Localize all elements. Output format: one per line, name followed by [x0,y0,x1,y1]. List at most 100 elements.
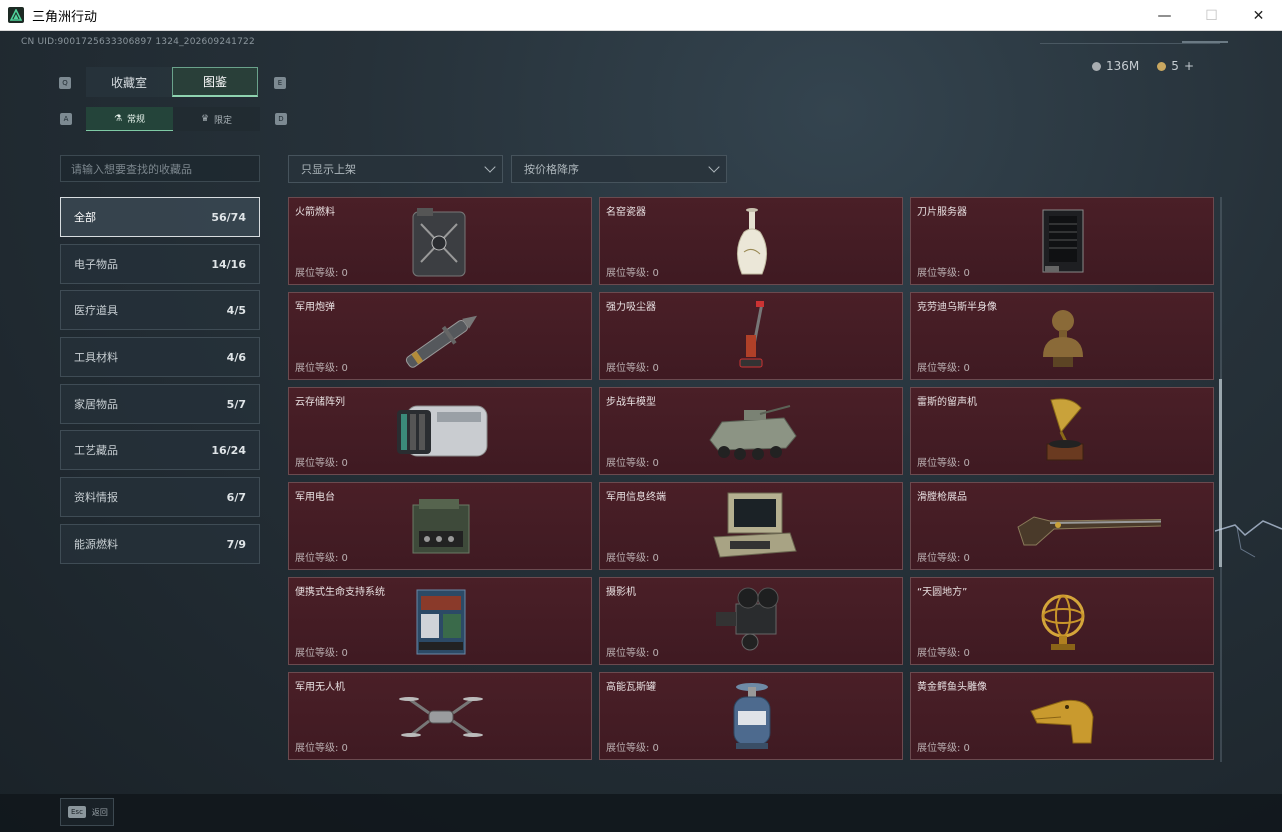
category-intel[interactable]: 资料情报 6/7 [60,477,260,517]
collectible-card[interactable]: 便携式生命支持系统 展位等级: 0 [288,577,592,665]
collectible-card[interactable]: 高能瓦斯罐 展位等级: 0 [599,672,903,760]
back-button-label: 返回 [91,807,108,817]
category-count: 6/7 [226,490,246,504]
item-level: 展位等级: 0 [295,363,348,374]
gas-canister-icon [733,683,771,749]
lightning-decoration [1215,520,1282,558]
category-tools[interactable]: 工具材料 4/6 [60,337,260,377]
category-count: 16/24 [211,443,246,457]
category-medical[interactable]: 医疗道具 4/5 [60,290,260,330]
window-title: 三角洲行动 [32,9,98,25]
collectible-card[interactable]: 名窑瓷器 展位等级: 0 [599,197,903,285]
header-accent [1182,41,1228,43]
tab-collection-room[interactable]: 收藏室 [86,67,172,97]
category-label: 医疗道具 [74,304,118,317]
category-label: 家居物品 [74,398,118,411]
item-level: 展位等级: 0 [917,648,970,659]
category-label: 全部 [74,211,96,224]
item-name: 军用炮弹 [295,302,335,313]
item-name: “天圆地方” [917,587,968,598]
category-energy[interactable]: 能源燃料 7/9 [60,524,260,564]
app-logo-icon [8,7,24,23]
item-level: 展位等级: 0 [295,743,348,754]
chevron-down-icon [484,160,496,173]
key-hint-a: A [60,113,72,125]
flask-icon: ⚗ [113,113,123,124]
add-currency-button[interactable]: + [1184,59,1194,73]
item-level: 展位等级: 0 [295,648,348,659]
category-electronics[interactable]: 电子物品 14/16 [60,244,260,284]
collectible-card[interactable]: 火箭燃料 展位等级: 0 [288,197,592,285]
item-level: 展位等级: 0 [917,553,970,564]
collectible-card[interactable]: 军用炮弹 展位等级: 0 [288,292,592,380]
category-label: 能源燃料 [74,538,118,551]
currency-coins-value: 136M [1106,59,1140,73]
collectible-card[interactable]: 步战车模型 展位等级: 0 [599,387,903,475]
collectible-card[interactable]: 摄影机 展位等级: 0 [599,577,903,665]
artillery-shell-icon [405,315,478,368]
tab-codex[interactable]: 图鉴 [172,67,258,97]
key-hint-e: E [274,77,286,89]
collectible-card[interactable]: 军用电台 展位等级: 0 [288,482,592,570]
game-viewport: CN UID:9001725633306897 1324_20260924172… [0,31,1282,832]
bottom-bar [0,794,1282,832]
item-level: 展位等级: 0 [295,458,348,469]
collectible-card[interactable]: 黄金鳄鱼头雕像 展位等级: 0 [910,672,1214,760]
currency-bar: 136M 5 + [1092,59,1194,73]
blade-server-icon [1042,209,1084,273]
currency-premium[interactable]: 5 + [1157,59,1194,73]
item-name: 黄金鳄鱼头雕像 [917,682,987,693]
porcelain-vase-icon [737,208,767,275]
item-name: 军用无人机 [295,682,345,693]
collectible-card[interactable]: 军用信息终端 展位等级: 0 [599,482,903,570]
close-button[interactable]: ✕ [1235,0,1282,31]
item-level: 展位等级: 0 [917,743,970,754]
key-hint-d: D [275,113,287,125]
item-name: 雷斯的留声机 [917,397,977,408]
golden-crocodile-icon [1030,699,1094,744]
key-hint-q: Q [59,77,71,89]
item-level: 展位等级: 0 [606,363,659,374]
item-name: 步战车模型 [606,397,656,408]
item-name: 克劳迪乌斯半身像 [917,302,997,313]
esc-key-icon: Esc [68,806,86,818]
item-level: 展位等级: 0 [606,268,659,279]
item-level: 展位等级: 0 [606,743,659,754]
category-count: 4/6 [226,350,246,364]
currency-coins: 136M [1092,59,1139,73]
collectible-card[interactable]: 云存储阵列 展位等级: 0 [288,387,592,475]
gramophone-icon [1046,398,1084,461]
collectible-card[interactable]: 军用无人机 展位等级: 0 [288,672,592,760]
crown-icon: ♛ [200,114,210,124]
fuel-jerrycan-icon [412,208,466,277]
collectible-card[interactable]: 雷斯的留声机 展位等级: 0 [910,387,1214,475]
header-divider [1040,43,1220,44]
collectible-card[interactable]: 克劳迪乌斯半身像 展位等级: 0 [910,292,1214,380]
tab-regular[interactable]: ⚗ 常规 [86,107,173,131]
category-count: 4/5 [226,303,246,317]
tab-limited[interactable]: ♛ 限定 [173,107,260,131]
maximize-button[interactable]: ☐ [1188,0,1235,31]
display-filter-value: 只显示上架 [301,163,356,176]
category-all[interactable]: 全部 56/74 [60,197,260,237]
category-crafts[interactable]: 工艺藏品 16/24 [60,430,260,470]
film-camera-icon [716,587,779,651]
back-button[interactable]: Esc 返回 [60,798,114,826]
search-input[interactable]: 请输入想要查找的收藏品 [60,155,260,182]
category-label: 电子物品 [74,258,118,271]
sort-dropdown[interactable]: 按价格降序 [511,155,727,183]
item-name: 火箭燃料 [295,207,335,218]
collectible-card[interactable]: 强力吸尘器 展位等级: 0 [599,292,903,380]
collectible-card[interactable]: 刀片服务器 展位等级: 0 [910,197,1214,285]
currency-premium-value: 5 [1171,59,1179,73]
collectible-card[interactable]: “天圆地方” 展位等级: 0 [910,577,1214,665]
collectible-card[interactable]: 滑膛枪展品 展位等级: 0 [910,482,1214,570]
item-name: 军用电台 [295,492,335,503]
item-level: 展位等级: 0 [917,268,970,279]
minimize-button[interactable]: — [1141,0,1188,31]
item-name: 便携式生命支持系统 [295,587,385,598]
display-filter-dropdown[interactable]: 只显示上架 [288,155,503,183]
rugged-terminal-icon [713,492,797,558]
category-household[interactable]: 家居物品 5/7 [60,384,260,424]
life-support-icon [416,589,466,655]
